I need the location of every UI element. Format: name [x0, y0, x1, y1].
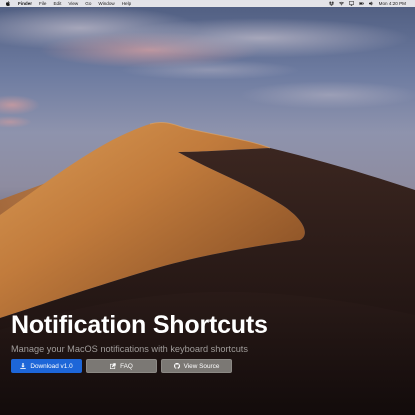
faq-button-label: FAQ [120, 362, 133, 370]
action-buttons: Download v1.0 FAQ View Source [11, 359, 232, 373]
menu-bar-status-area: Mon 4:20 PM [328, 0, 415, 7]
battery-icon[interactable] [358, 1, 364, 6]
dropbox-icon[interactable] [328, 1, 334, 6]
menu-bar-clock[interactable]: Mon 4:20 PM [379, 0, 406, 7]
menu-file[interactable]: File [39, 0, 46, 7]
menu-help[interactable]: Help [122, 0, 131, 7]
menu-edit[interactable]: Edit [53, 0, 61, 7]
github-icon [173, 363, 180, 369]
download-button-label: Download v1.0 [30, 362, 73, 370]
view-source-button[interactable]: View Source [161, 359, 232, 373]
screen-mirroring-icon[interactable] [348, 1, 354, 6]
desktop-screen: Finder File Edit View Go Window Help Mon… [0, 0, 415, 415]
menu-go[interactable]: Go [85, 0, 91, 7]
menu-app-name[interactable]: Finder [18, 0, 32, 7]
volume-icon[interactable] [368, 1, 374, 6]
apple-menu-icon[interactable] [6, 1, 10, 6]
wifi-icon[interactable] [338, 1, 344, 6]
menu-window[interactable]: Window [98, 0, 114, 7]
page-title: Notification Shortcuts [11, 311, 268, 339]
download-icon [20, 363, 27, 369]
download-button[interactable]: Download v1.0 [11, 359, 82, 373]
view-source-button-label: View Source [183, 362, 220, 370]
menu-view[interactable]: View [68, 0, 78, 7]
menu-bar: Finder File Edit View Go Window Help Mon… [0, 0, 415, 7]
page-subtitle: Manage your MacOS notifications with key… [11, 344, 248, 354]
external-link-icon [110, 363, 116, 369]
faq-button[interactable]: FAQ [86, 359, 157, 373]
